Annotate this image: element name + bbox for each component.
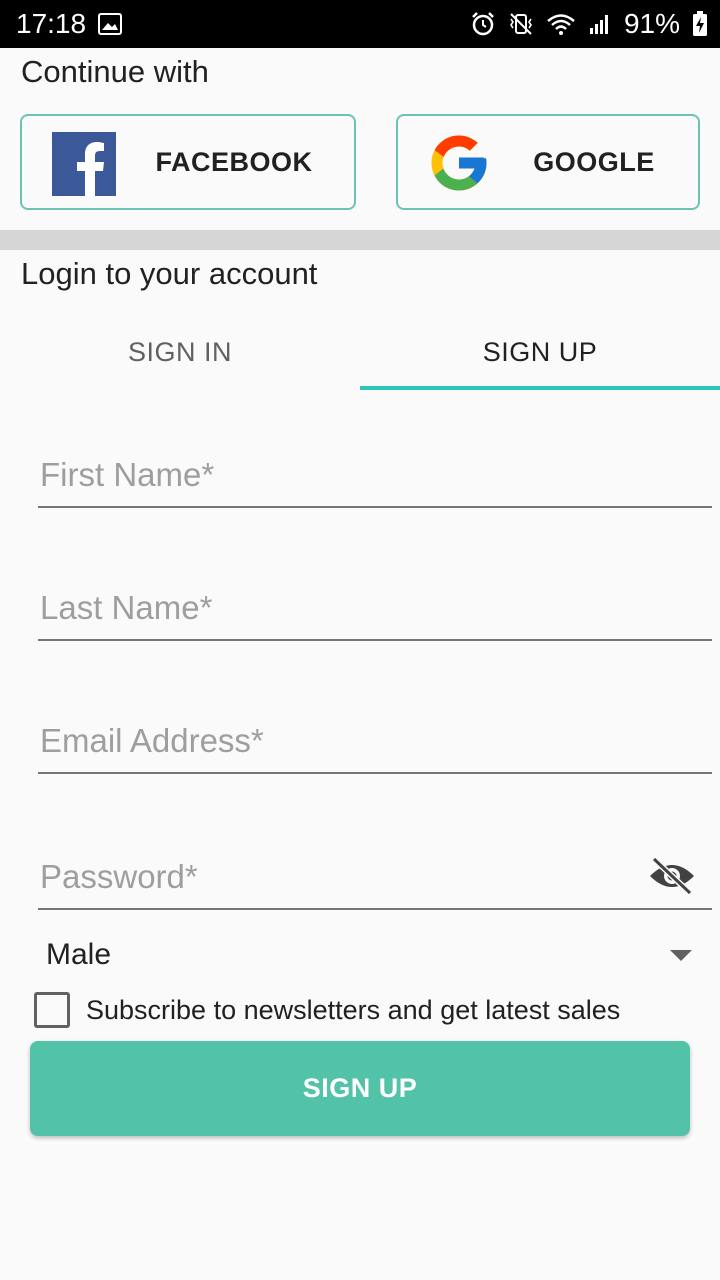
status-time: 17:18 <box>16 8 87 39</box>
password-input[interactable] <box>38 858 712 908</box>
battery-percent: 91% <box>623 8 680 39</box>
wifi-icon <box>546 12 576 36</box>
last-name-field <box>38 589 712 641</box>
active-tab-indicator <box>360 386 720 390</box>
first-name-input[interactable] <box>38 456 712 506</box>
password-field <box>38 856 712 910</box>
gender-select-value: Male <box>46 938 112 971</box>
email-input[interactable] <box>38 722 712 772</box>
tab-sign-up[interactable]: SIGN UP <box>360 312 720 392</box>
chevron-down-icon <box>670 949 692 961</box>
last-name-input[interactable] <box>38 589 712 639</box>
subscribe-label: Subscribe to newsletters and get latest … <box>86 994 621 1025</box>
email-field <box>38 722 712 774</box>
status-bar: 17:18 91% <box>0 0 720 48</box>
battery-charging-icon <box>692 11 708 37</box>
vibrate-icon <box>508 11 534 37</box>
gender-select[interactable]: Male <box>38 930 698 980</box>
facebook-button[interactable]: FACEBOOK <box>20 114 356 210</box>
tab-sign-in[interactable]: SIGN IN <box>0 312 360 392</box>
continue-with-title: Continue with <box>21 54 209 89</box>
first-name-field <box>38 456 712 508</box>
facebook-button-label: FACEBOOK <box>155 146 313 177</box>
toggle-password-visibility-icon[interactable] <box>648 856 696 896</box>
sign-up-button[interactable]: SIGN UP <box>30 1041 690 1136</box>
alarm-icon <box>470 11 496 37</box>
section-divider <box>0 230 720 250</box>
subscribe-row[interactable]: Subscribe to newsletters and get latest … <box>34 990 620 1030</box>
signal-icon <box>588 12 612 36</box>
login-title: Login to your account <box>21 256 318 291</box>
google-button-label: GOOGLE <box>533 146 655 177</box>
google-button[interactable]: GOOGLE <box>396 114 700 210</box>
subscribe-checkbox[interactable] <box>34 992 70 1028</box>
image-icon <box>98 13 123 35</box>
